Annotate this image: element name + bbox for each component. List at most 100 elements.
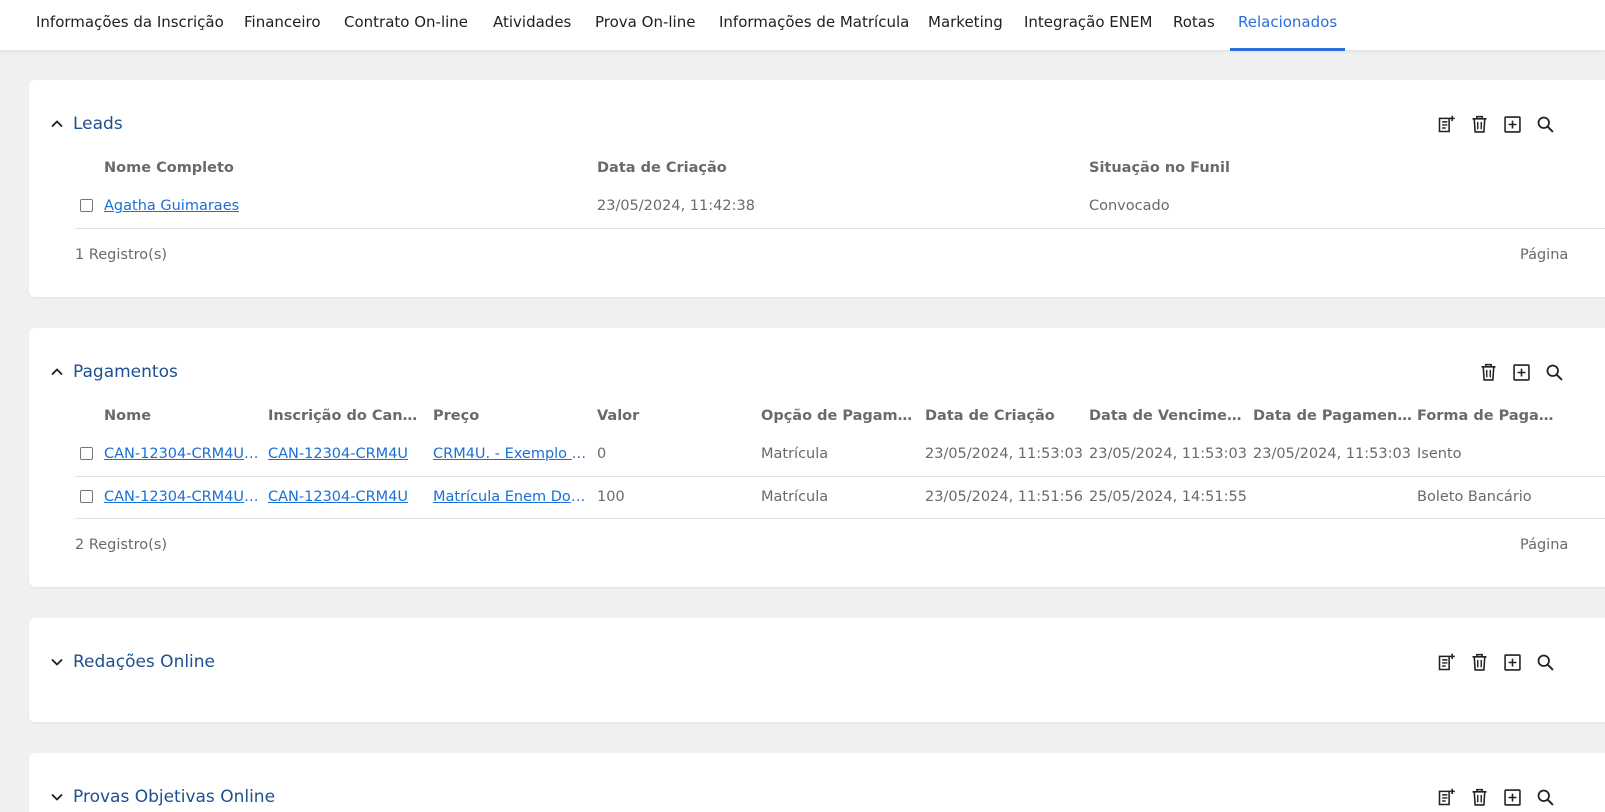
payment-data-vencimento: 23/05/2024, 11:53:03 xyxy=(1089,446,1247,462)
new-record-button[interactable] xyxy=(1434,650,1458,674)
pagamentos-pagination: Página xyxy=(1520,537,1569,553)
column-header-data-pagamento[interactable]: Data de Pagamento xyxy=(1253,408,1413,424)
redacoes-actions xyxy=(1425,650,1557,674)
new-record-button[interactable] xyxy=(1434,785,1458,809)
leads-actions xyxy=(1425,112,1557,136)
search-icon xyxy=(1537,654,1554,671)
leads-title: Leads xyxy=(73,114,123,134)
trash-icon xyxy=(1472,788,1486,806)
column-header-valor[interactable]: Valor xyxy=(597,408,752,424)
trash-icon xyxy=(1472,115,1486,133)
search-icon xyxy=(1546,364,1563,381)
add-box-icon xyxy=(1503,653,1521,671)
delete-button[interactable] xyxy=(1467,650,1491,674)
tab-informacoes-inscricao[interactable]: Informações da Inscrição xyxy=(36,0,224,51)
payment-preco-link[interactable]: CRM4U. - Exemplo c/... xyxy=(433,446,588,462)
row-divider xyxy=(75,518,1605,519)
tab-bar: Informações da Inscrição Financeiro Cont… xyxy=(0,0,1605,51)
add-button[interactable] xyxy=(1500,112,1524,136)
column-header-opcao-pagamento[interactable]: Opção de Pagame... xyxy=(761,408,916,424)
column-header-nome-completo[interactable]: Nome Completo xyxy=(104,160,234,176)
payment-inscricao-link[interactable]: CAN-12304-CRM4U xyxy=(268,446,423,462)
search-button[interactable] xyxy=(1533,650,1557,674)
tab-prova-online[interactable]: Prova On-line xyxy=(595,0,695,51)
tab-financeiro[interactable]: Financeiro xyxy=(244,0,321,51)
column-header-inscricao[interactable]: Inscrição do Candi... xyxy=(268,408,423,424)
add-box-icon xyxy=(1503,115,1521,133)
tab-integracao-enem[interactable]: Integração ENEM xyxy=(1024,0,1152,51)
redacoes-card: Redações Online xyxy=(29,618,1605,722)
provas-objetivas-title: Provas Objetivas Online xyxy=(73,787,276,807)
search-button[interactable] xyxy=(1533,112,1557,136)
lead-name-link[interactable]: Agatha Guimaraes xyxy=(104,198,239,214)
search-icon xyxy=(1537,789,1554,806)
leads-card: Leads Nome Completo Data de Criação Situ… xyxy=(29,80,1605,297)
column-header-data-vencimento[interactable]: Data de Vencimen... xyxy=(1089,408,1244,424)
add-box-icon xyxy=(1503,788,1521,806)
new-record-icon xyxy=(1438,788,1455,805)
chevron-down-icon xyxy=(51,793,63,801)
payment-name-link[interactable]: CAN-12304-CRM4U |... xyxy=(104,489,259,505)
provas-objetivas-actions xyxy=(1425,785,1557,809)
delete-button[interactable] xyxy=(1476,360,1500,384)
payment-valor: 100 xyxy=(597,489,625,505)
row-divider xyxy=(75,228,1605,229)
delete-button[interactable] xyxy=(1467,785,1491,809)
payment-name-link[interactable]: CAN-12304-CRM4U |... xyxy=(104,446,259,462)
pagamentos-section-toggle[interactable]: Pagamentos xyxy=(49,361,178,383)
chevron-up-icon xyxy=(51,120,63,128)
leads-section-toggle[interactable]: Leads xyxy=(49,113,123,135)
leads-record-count: 1 Registro(s) xyxy=(75,247,168,263)
payment-data-vencimento: 25/05/2024, 14:51:55 xyxy=(1089,489,1247,505)
pagamentos-record-count: 2 Registro(s) xyxy=(75,537,168,553)
column-header-data-criacao[interactable]: Data de Criação xyxy=(597,160,727,176)
column-header-situacao-funil[interactable]: Situação no Funil xyxy=(1089,160,1230,176)
tab-rotas[interactable]: Rotas xyxy=(1173,0,1215,51)
provas-objetivas-section-toggle[interactable]: Provas Objetivas Online xyxy=(49,786,275,808)
new-record-button[interactable] xyxy=(1434,112,1458,136)
leads-pagination: Página xyxy=(1520,247,1569,263)
row-divider xyxy=(75,476,1605,477)
payment-forma: Boleto Bancário xyxy=(1417,489,1532,505)
search-icon xyxy=(1537,116,1554,133)
row-checkbox[interactable] xyxy=(80,490,93,503)
search-button[interactable] xyxy=(1542,360,1566,384)
add-button[interactable] xyxy=(1500,650,1524,674)
payment-data-pagamento: 23/05/2024, 11:53:03 xyxy=(1253,446,1411,462)
tab-contrato-online[interactable]: Contrato On-line xyxy=(344,0,468,51)
delete-button[interactable] xyxy=(1467,112,1491,136)
payment-valor: 0 xyxy=(597,446,607,462)
column-header-nome[interactable]: Nome xyxy=(104,408,259,424)
chevron-up-icon xyxy=(51,368,63,376)
add-button[interactable] xyxy=(1509,360,1533,384)
payment-opcao: Matrícula xyxy=(761,489,829,505)
add-box-icon xyxy=(1512,363,1530,381)
search-button[interactable] xyxy=(1533,785,1557,809)
provas-objetivas-card: Provas Objetivas Online xyxy=(29,753,1605,812)
pagamentos-title: Pagamentos xyxy=(73,362,178,382)
redacoes-title: Redações Online xyxy=(73,652,216,672)
tab-atividades[interactable]: Atividades xyxy=(493,0,571,51)
payment-inscricao-link[interactable]: CAN-12304-CRM4U xyxy=(268,489,423,505)
payment-forma: Isento xyxy=(1417,446,1462,462)
chevron-down-icon xyxy=(51,658,63,666)
payment-data-criacao: 23/05/2024, 11:53:03 xyxy=(925,446,1083,462)
tab-informacoes-matricula[interactable]: Informações de Matrícula xyxy=(719,0,909,51)
row-checkbox[interactable] xyxy=(80,199,93,212)
add-button[interactable] xyxy=(1500,785,1524,809)
lead-created-date: 23/05/2024, 11:42:38 xyxy=(597,198,755,214)
column-header-preco[interactable]: Preço xyxy=(433,408,588,424)
tab-relacionados[interactable]: Relacionados xyxy=(1229,0,1346,51)
trash-icon xyxy=(1472,653,1486,671)
pagamentos-card: Pagamentos Nome Inscrição do Candi... Pr… xyxy=(29,328,1605,587)
column-header-data-criacao[interactable]: Data de Criação xyxy=(925,408,1080,424)
row-checkbox[interactable] xyxy=(80,447,93,460)
payment-data-criacao: 23/05/2024, 11:51:56 xyxy=(925,489,1083,505)
lead-funnel-status: Convocado xyxy=(1089,198,1170,214)
new-record-icon xyxy=(1438,115,1455,132)
tab-marketing[interactable]: Marketing xyxy=(928,0,1003,51)
payment-preco-link[interactable]: Matrícula Enem Docu... xyxy=(433,489,588,505)
trash-icon xyxy=(1481,363,1495,381)
redacoes-section-toggle[interactable]: Redações Online xyxy=(49,651,215,673)
column-header-forma-pagamento[interactable]: Forma de Pagame... xyxy=(1417,408,1567,424)
